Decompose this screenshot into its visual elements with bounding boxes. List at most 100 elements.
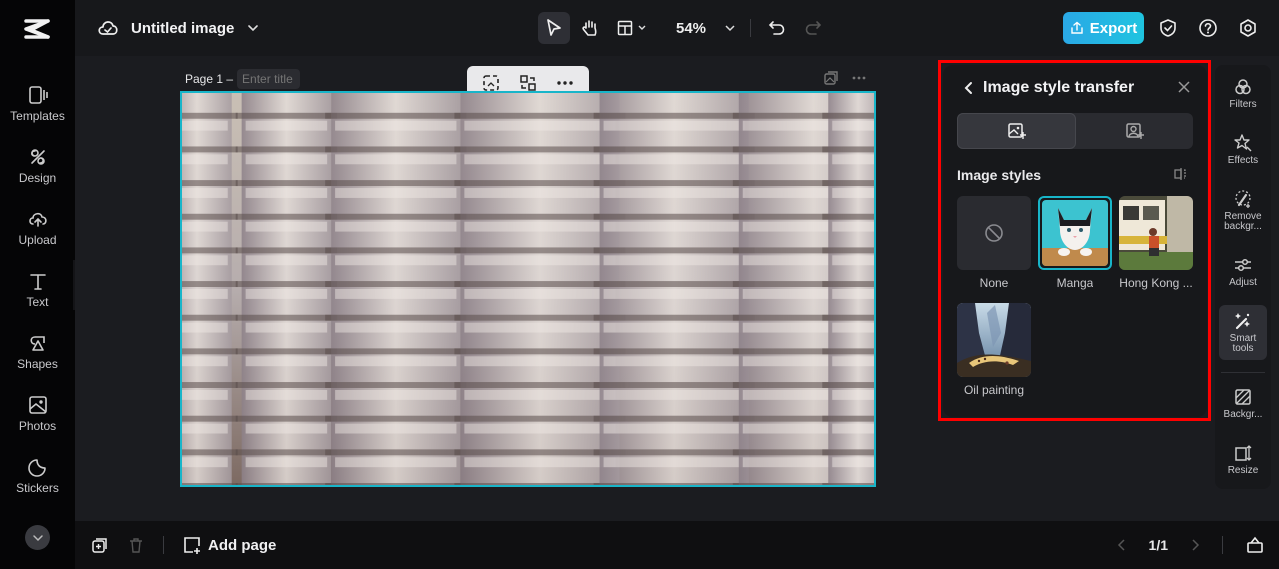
page-more-icon[interactable] <box>851 70 867 86</box>
compare-button[interactable] <box>1173 167 1187 186</box>
zoom-dropdown[interactable] <box>720 12 740 44</box>
carving-band <box>235 348 338 355</box>
document-title[interactable]: Untitled image <box>131 20 234 37</box>
hong-kong-thumbnail <box>1119 196 1193 270</box>
style-thumbnail <box>957 196 1031 270</box>
carving-band <box>325 112 467 119</box>
effects-icon <box>1234 134 1252 152</box>
rail-item-effects[interactable]: Effects <box>1219 133 1267 166</box>
page-manager-icon[interactable] <box>1245 535 1265 555</box>
carving-highlight <box>603 457 745 468</box>
add-page-button[interactable]: Add page <box>182 535 276 555</box>
prev-page-icon[interactable] <box>1117 538 1127 552</box>
style-option-oil-painting[interactable]: Oil painting <box>957 303 1031 397</box>
shapes-icon <box>29 336 45 351</box>
layout-dropdown[interactable] <box>610 12 654 44</box>
capcut-logo-icon[interactable] <box>22 14 52 44</box>
style-thumbnail <box>1038 196 1112 270</box>
none-icon <box>985 224 1003 242</box>
sidebar-item-label: Design <box>18 171 57 185</box>
sidebar-item-templates[interactable]: Templates <box>0 84 75 123</box>
rail-item-adjust[interactable]: Adjust <box>1219 255 1267 288</box>
page-label: Page 1 – <box>185 72 234 86</box>
close-panel-button[interactable] <box>1177 80 1191 99</box>
carving-band <box>325 314 467 321</box>
settings-button[interactable] <box>1236 16 1260 40</box>
back-icon[interactable] <box>963 81 975 95</box>
carving-band <box>822 213 874 220</box>
carving-highlight <box>603 289 745 299</box>
help-icon <box>1199 19 1217 37</box>
carving-band <box>593 314 755 321</box>
carving-band <box>325 483 467 485</box>
carving-band <box>822 112 874 119</box>
security-button[interactable] <box>1156 16 1180 40</box>
tab-portrait-style[interactable] <box>1076 113 1193 149</box>
carving-highlight <box>464 221 616 232</box>
sidebar-item-design[interactable]: Design <box>0 146 75 185</box>
carving-highlight <box>335 221 457 232</box>
carving-highlight <box>182 356 228 367</box>
rail-item-smart-tools[interactable]: Smart tools <box>1219 305 1267 360</box>
rail-item-remove-background[interactable]: Remove backgr... <box>1219 189 1267 232</box>
sidebar-item-stickers[interactable]: Stickers <box>0 456 75 495</box>
style-option-none[interactable]: None <box>957 196 1031 290</box>
sidebar-item-label: Photos <box>18 419 57 433</box>
carving-band <box>182 146 238 153</box>
carving-highlight <box>603 389 745 400</box>
carving-highlight <box>464 389 616 400</box>
hand-tool-button[interactable] <box>574 12 606 44</box>
title-chevron-down-icon[interactable] <box>246 23 260 33</box>
style-option-hong-kong[interactable]: Hong Kong ... <box>1119 196 1193 290</box>
carving-band <box>593 382 755 388</box>
carving-highlight <box>182 188 228 198</box>
rail-item-label: Filters <box>1229 99 1257 110</box>
page-title-input[interactable] <box>237 69 301 89</box>
next-page-icon[interactable] <box>1190 538 1200 552</box>
carving-highlight <box>245 389 328 400</box>
rail-item-filters[interactable]: Filters <box>1219 77 1267 110</box>
carving-highlight <box>832 457 874 468</box>
redo-button[interactable] <box>797 12 829 44</box>
chevron-down-icon <box>638 25 646 30</box>
stickers-icon <box>27 459 46 477</box>
style-name: Oil painting <box>963 383 1025 397</box>
style-thumbnail <box>957 303 1031 377</box>
sidebar-item-text[interactable]: Text <box>0 270 75 309</box>
cloud-saved-icon[interactable] <box>97 18 119 38</box>
undo-button[interactable] <box>761 12 793 44</box>
style-option-manga[interactable]: Manga <box>1038 196 1112 290</box>
page-indicator: 1/1 <box>1148 537 1168 553</box>
rail-item-label: Smart tools <box>1229 333 1257 354</box>
carving-band <box>235 146 338 153</box>
carving-band <box>325 180 467 187</box>
rail-item-resize[interactable]: Resize <box>1219 443 1267 476</box>
page-actions <box>823 70 867 86</box>
rail-item-background[interactable]: Backgr... <box>1219 387 1267 420</box>
export-button[interactable]: Export <box>1063 12 1144 44</box>
carving-band <box>822 348 874 355</box>
more-nav-button[interactable] <box>25 525 50 550</box>
rail-item-label: Adjust <box>1229 277 1257 288</box>
delete-page-icon[interactable] <box>127 536 145 554</box>
help-button[interactable] <box>1196 16 1220 40</box>
more-options-icon[interactable] <box>556 80 574 86</box>
carving-band <box>182 382 238 388</box>
duplicate-page-icon[interactable] <box>823 70 839 86</box>
carving-highlight <box>182 255 228 266</box>
carving-band <box>182 247 238 254</box>
carving-band <box>325 213 467 220</box>
smart-crop-icon[interactable] <box>482 74 500 92</box>
sidebar-item-photos[interactable]: Photos <box>0 394 75 433</box>
sidebar-item-upload[interactable]: Upload <box>0 208 75 247</box>
duplicate-page-icon[interactable] <box>91 536 109 554</box>
select-tool-button[interactable] <box>538 12 570 44</box>
zoom-level[interactable]: 54% <box>676 20 706 37</box>
replace-image-icon[interactable] <box>519 74 537 92</box>
tab-image-style[interactable] <box>957 113 1076 149</box>
rail-item-label: Backgr... <box>1223 409 1263 420</box>
sidebar-item-shapes[interactable]: Shapes <box>0 332 75 371</box>
canvas-image-selected[interactable] <box>180 91 876 487</box>
carving-highlight <box>832 188 874 198</box>
carving-band <box>593 281 755 288</box>
